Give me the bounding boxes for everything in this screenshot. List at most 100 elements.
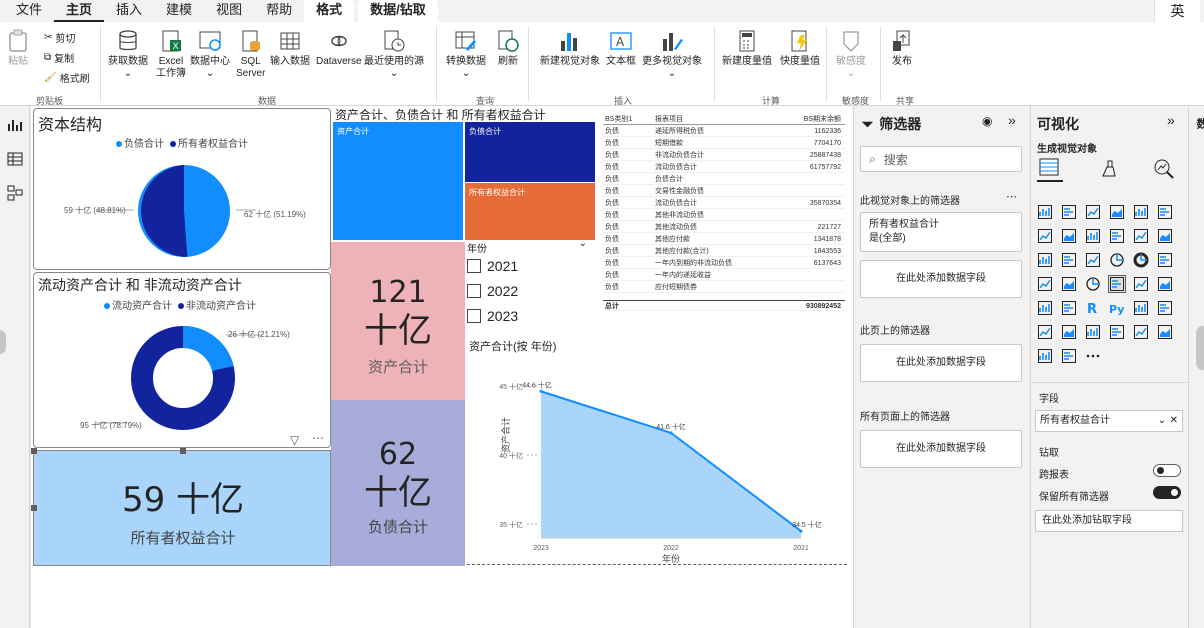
table-view-icon[interactable] [6, 150, 24, 168]
cross-report-toggle[interactable] [1153, 464, 1181, 477]
resize-handle[interactable] [31, 505, 37, 511]
donut-chart-visual[interactable]: 流动资产合计 和 非流动资产合计 流动资产合计 非流动资产合计 26 十亿 (2… [33, 272, 331, 448]
table-visual-icon[interactable] [1061, 300, 1077, 316]
slicer-visual-icon[interactable] [1037, 300, 1053, 316]
100-bar-visual-icon[interactable] [1133, 204, 1149, 220]
resize-handle[interactable] [180, 448, 186, 454]
filter-icon[interactable]: ▽ [290, 433, 299, 447]
more-visuals-button[interactable]: 更多视觉对象 ⌄ [642, 28, 702, 80]
ribbon-visual-icon[interactable] [1157, 228, 1173, 244]
paste-button[interactable]: 粘贴 [6, 28, 30, 68]
sensitivity-button[interactable]: 敏感度 ⌄ [836, 28, 866, 80]
multirow-card-visual-icon[interactable] [1133, 276, 1149, 292]
key-influencers-visual-icon[interactable] [1037, 324, 1053, 340]
ime-indicator[interactable]: 英 [1154, 0, 1200, 22]
table-row[interactable]: 负债 流动负债合计 61757792 [603, 162, 845, 173]
kpi-visual-icon[interactable] [1157, 276, 1173, 292]
build-visual-tab[interactable] [1037, 156, 1063, 182]
model-view-icon[interactable] [6, 184, 24, 202]
menu-format[interactable]: 格式 [304, 0, 355, 22]
map-visual-icon[interactable] [1037, 276, 1053, 292]
treemap-visual-icon[interactable] [1157, 252, 1173, 268]
table-row[interactable]: 负债 流动负债合计 35870354 [603, 198, 845, 209]
treemap-tile-equity[interactable]: 所有者权益合计 [465, 183, 595, 240]
checkbox[interactable] [467, 309, 481, 323]
100-column-visual-icon[interactable] [1157, 204, 1173, 220]
kpi-assets-card[interactable]: 121 十亿 资产合计 [331, 242, 465, 400]
data-point[interactable] [539, 389, 543, 393]
scroll-handle[interactable] [0, 330, 6, 354]
legend-item[interactable]: 所有者权益合计 [170, 135, 248, 150]
menu-modeling[interactable]: 建模 [154, 0, 204, 22]
power-automate-visual-icon[interactable] [1037, 348, 1053, 364]
waterfall-visual-icon[interactable] [1037, 252, 1053, 268]
legend-item[interactable]: 负债合计 [116, 135, 164, 150]
table-row[interactable]: 负债 其他应付款(合计) 1843553 [603, 246, 845, 257]
kpi-equity-card[interactable]: 59 十亿 所有者权益合计 [31, 448, 331, 566]
table-row[interactable]: 负债 非流动负债合计 25887438 [603, 150, 845, 161]
data-pane-tab[interactable]: 数 [1193, 118, 1204, 129]
checkbox[interactable] [467, 259, 481, 273]
resize-handle[interactable] [31, 448, 37, 454]
data-table-visual[interactable]: BS类别1 报表项目 BS期末余额 负债 递延所得税负债 1162336 负债 短期借款… [603, 114, 847, 318]
treemap-tile-assets[interactable]: 资产合计 [333, 122, 463, 240]
qa-visual-icon[interactable] [1061, 324, 1077, 340]
table-row[interactable]: 负债 其他流动负债 221727 [603, 222, 845, 233]
table-row[interactable]: 负债 递延所得税负债 1162336 [603, 126, 845, 137]
checkbox[interactable] [467, 284, 481, 298]
legend-item[interactable]: 非流动资产合计 [178, 297, 256, 312]
textbox-button[interactable]: A 文本框 [606, 28, 636, 68]
python-visual-visual-icon[interactable]: Py [1109, 300, 1125, 316]
slicer-option[interactable]: 2023 [467, 308, 518, 324]
area-chart-visual[interactable]: 45 十亿40 十亿35 十亿202344.6 十亿202241.6 十亿202… [461, 352, 825, 564]
table-row[interactable]: 负债 负债合计 [603, 174, 845, 185]
gauge-visual-icon[interactable] [1085, 276, 1101, 292]
area-fill[interactable] [541, 391, 801, 538]
stacked-column-visual-icon[interactable] [1061, 204, 1077, 220]
close-icon[interactable]: ✕ [1170, 411, 1178, 431]
quick-measure-button[interactable]: 快度量值 [780, 28, 820, 68]
power-apps-visual-icon[interactable] [1157, 324, 1173, 340]
chevron-down-icon[interactable]: ⌄ [579, 238, 587, 249]
line-visual-icon[interactable] [1037, 228, 1053, 244]
enter-data-button[interactable]: 输入数据 [270, 28, 310, 68]
funnel-visual-icon[interactable] [1061, 252, 1077, 268]
clustered-bar-visual-icon[interactable] [1085, 204, 1101, 220]
menu-data-drill[interactable]: 数据/钻取 [358, 0, 438, 22]
more-options-icon[interactable]: ⋯ [1006, 190, 1017, 203]
copy-button[interactable]: ⧉ 复制 [44, 50, 74, 65]
line-column-visual-icon[interactable] [1109, 228, 1125, 244]
filter-search-input[interactable]: ⌕ 搜索 [860, 146, 1022, 172]
legend-item[interactable]: 流动资产合计 [104, 297, 172, 312]
metrics-visual-icon[interactable] [1133, 324, 1149, 340]
format-brush-icon[interactable] [1097, 158, 1119, 183]
sql-server-button[interactable]: SQL Server [236, 28, 265, 80]
stacked-area-visual-icon[interactable] [1085, 228, 1101, 244]
format-painter-button[interactable]: 🖌 格式刷 [44, 70, 90, 85]
slicer-option[interactable]: 2021 [467, 258, 518, 274]
chevron-down-icon[interactable]: ⌄ [1158, 411, 1166, 431]
smart-narrative-visual-icon[interactable] [1133, 300, 1149, 316]
card-visual-icon[interactable] [1108, 275, 1126, 293]
publish-button[interactable]: 发布 [890, 28, 914, 68]
donut-visual-icon[interactable] [1133, 252, 1149, 268]
menu-home[interactable]: 主页 [54, 0, 105, 22]
stacked-bar-visual-icon[interactable] [1037, 204, 1053, 220]
filter-card[interactable]: 所有者权益合计 是(全部) [860, 212, 1022, 252]
table-row[interactable]: 负债 其他应付款 1341878 [603, 234, 845, 245]
cut-button[interactable]: ✂ 剪切 [44, 30, 75, 45]
new-visual-button[interactable]: 新建视觉对象 [540, 28, 600, 68]
recent-sources-button[interactable]: 最近使用的源 ⌄ [364, 28, 424, 80]
treemap-tile-liabilities[interactable]: 负债合计 [465, 122, 595, 182]
menu-view[interactable]: 视图 [204, 0, 254, 22]
decomposition-visual-icon[interactable] [1157, 300, 1173, 316]
collapse-icon[interactable]: » [1008, 112, 1016, 128]
table-row[interactable]: 负债 其他非流动负债 [603, 210, 845, 221]
table-row[interactable]: 负债 短期借款 7704170 [603, 138, 845, 149]
trophy-visual-icon[interactable] [1109, 324, 1125, 340]
keep-filters-toggle[interactable] [1153, 486, 1181, 499]
analytics-icon[interactable] [1153, 158, 1175, 183]
field-well-item[interactable]: 所有者权益合计 ⌄ ✕ [1035, 410, 1183, 432]
slicer-option[interactable]: 2022 [467, 283, 518, 299]
table-row[interactable]: 负债 交易性金融负债 [603, 186, 845, 197]
